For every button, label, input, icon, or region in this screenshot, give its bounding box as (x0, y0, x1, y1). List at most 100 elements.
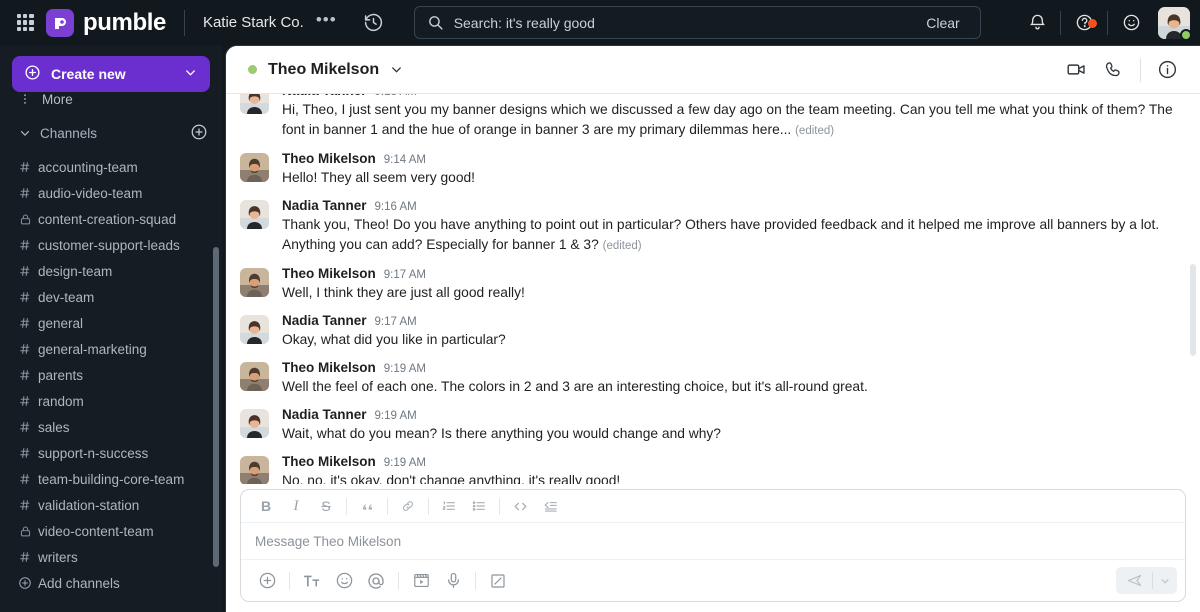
lock-icon (14, 525, 36, 538)
info-circle-icon[interactable] (1148, 51, 1186, 89)
message-input[interactable]: Message Theo Mikelson (241, 523, 1185, 559)
add-channels-label: Add channels (38, 575, 120, 591)
send-options-chevron-down-icon[interactable] (1153, 575, 1177, 587)
channel-label: support-n-success (38, 445, 149, 461)
bold-button[interactable]: B (251, 493, 281, 519)
chevron-down-icon[interactable] (18, 126, 40, 140)
hash-icon (14, 446, 36, 460)
message-item[interactable]: Nadia Tanner 9:16 AM Thank you, Theo! Do y… (226, 193, 1200, 261)
video-clip-icon[interactable] (405, 567, 437, 595)
message-text: Well the feel of each one. The colors in… (282, 379, 868, 394)
send-plane-icon[interactable] (1116, 572, 1152, 589)
video-camera-icon[interactable] (1057, 51, 1095, 89)
avatar[interactable] (1158, 6, 1192, 41)
whiteboard-slash-square-icon[interactable] (482, 567, 514, 595)
message-author: Theo Mikelson (282, 454, 376, 469)
message-text: Wait, what do you mean? Is there anythin… (282, 426, 721, 441)
plus-circle-icon (14, 576, 36, 590)
message-input-placeholder: Message Theo Mikelson (255, 534, 402, 549)
workspace-more-button[interactable]: ••• (316, 11, 337, 30)
search-bar[interactable]: Search: it's really good Clear (413, 6, 981, 39)
channel-label: general-marketing (38, 341, 147, 357)
divider (1060, 10, 1061, 35)
sidebar-item-validation-station[interactable]: validation-station (0, 492, 222, 518)
sidebar-item-content-creation-squad[interactable]: content-creation-squad (0, 206, 222, 232)
message-list[interactable]: Nadia Tanner 9:13 AM Hi, Theo, I just sent… (226, 94, 1200, 484)
help-badge (1088, 19, 1097, 28)
sidebar-item-sales[interactable]: sales (0, 414, 222, 440)
sidebar-item-random[interactable]: random (0, 388, 222, 414)
hash-icon (14, 472, 36, 486)
add-channel-icon[interactable] (190, 123, 208, 144)
message-text: Well, I think they are just all good rea… (282, 285, 525, 300)
channel-label: accounting-team (38, 159, 138, 175)
message-item[interactable]: Theo Mikelson 9:17 AM Well, I think they a… (226, 261, 1200, 308)
code-block-button[interactable] (535, 493, 565, 519)
help-question-icon[interactable] (1067, 13, 1101, 32)
smiley-icon[interactable] (1114, 13, 1148, 32)
sidebar-item-general[interactable]: general (0, 310, 222, 336)
sidebar-item-support-n-success[interactable]: support-n-success (0, 440, 222, 466)
sidebar-item-audio-video-team[interactable]: audio-video-team (0, 180, 222, 206)
history-clock-icon[interactable] (363, 12, 384, 33)
message-timestamp: 9:17 AM (374, 316, 417, 328)
search-input[interactable]: Search: it's really good (454, 15, 913, 31)
message-item[interactable]: Theo Mikelson 9:19 AM No, no, it's okay, d… (226, 449, 1200, 484)
message-item[interactable]: Theo Mikelson 9:14 AM Hello! They all seem… (226, 146, 1200, 193)
avatar (240, 362, 269, 391)
bell-icon[interactable] (1020, 13, 1054, 32)
blockquote-button[interactable] (352, 493, 382, 519)
edited-label: (edited) (795, 125, 835, 137)
channel-list: accounting-team audio-video-team content-c… (0, 154, 222, 596)
microphone-icon[interactable] (437, 567, 469, 595)
sidebar-scrollbar[interactable] (213, 247, 219, 567)
sidebar-scroll-area: More Channels accounting-team audio-video… (0, 92, 222, 602)
search-clear-button[interactable]: Clear (912, 11, 973, 35)
channels-section-header[interactable]: Channels (0, 118, 222, 148)
at-icon[interactable] (360, 567, 392, 595)
channel-label: customer-support-leads (38, 237, 180, 253)
italic-button[interactable]: I (281, 493, 311, 519)
sidebar-item-customer-support-leads[interactable]: customer-support-leads (0, 232, 222, 258)
inline-code-button[interactable] (505, 493, 535, 519)
add-channels-button[interactable]: Add channels (0, 570, 222, 596)
message-item[interactable]: Nadia Tanner 9:13 AM Hi, Theo, I just sent… (226, 94, 1200, 146)
bullet-list-button[interactable] (464, 493, 494, 519)
hash-icon (14, 368, 36, 382)
conversation-panel: Theo Mikelson Nadia Tanner (225, 45, 1200, 612)
sidebar-item-design-team[interactable]: design-team (0, 258, 222, 284)
link-button[interactable] (393, 493, 423, 519)
message-text: Hi, Theo, I just sent you my banner desi… (282, 102, 1173, 137)
smiley-icon[interactable] (328, 567, 360, 595)
formatting-toolbar: B I S (241, 490, 1185, 523)
workspace-name[interactable]: Katie Stark Co. (203, 14, 304, 31)
send-controls[interactable] (1116, 567, 1177, 594)
sidebar-item-accounting-team[interactable]: accounting-team (0, 154, 222, 180)
apps-grid-icon[interactable] (8, 14, 42, 31)
chevron-down-icon[interactable] (389, 62, 404, 77)
message-item[interactable]: Theo Mikelson 9:19 AM Well the feel of eac… (226, 355, 1200, 402)
message-timestamp: 9:19 AM (383, 363, 426, 375)
sidebar-item-parents[interactable]: parents (0, 362, 222, 388)
attach-plus-circle-icon[interactable] (251, 567, 283, 595)
sidebar-item-team-building-core-team[interactable]: team-building-core-team (0, 466, 222, 492)
message-item[interactable]: Nadia Tanner 9:17 AM Okay, what did you li… (226, 308, 1200, 355)
sidebar-item-writers[interactable]: writers (0, 544, 222, 570)
phone-icon[interactable] (1095, 51, 1133, 89)
strikethrough-button[interactable]: S (311, 493, 341, 519)
sidebar-item-dev-team[interactable]: dev-team (0, 284, 222, 310)
sidebar-item-video-content-team[interactable]: video-content-team (0, 518, 222, 544)
message-scrollbar[interactable] (1190, 264, 1196, 356)
sidebar-item-general-marketing[interactable]: general-marketing (0, 336, 222, 362)
message-item[interactable]: Nadia Tanner 9:19 AM Wait, what do you mea… (226, 402, 1200, 449)
divider (289, 571, 290, 590)
text-format-icon[interactable] (296, 567, 328, 595)
sidebar-item-more[interactable]: More (0, 86, 222, 112)
presence-dot-icon (248, 65, 257, 74)
channel-label: video-content-team (38, 523, 154, 539)
sidebar-item-label: More (42, 91, 73, 107)
ordered-list-button[interactable] (434, 493, 464, 519)
channel-label: validation-station (38, 497, 140, 513)
message-timestamp: 9:14 AM (383, 154, 426, 166)
top-bar-actions (1020, 6, 1200, 41)
